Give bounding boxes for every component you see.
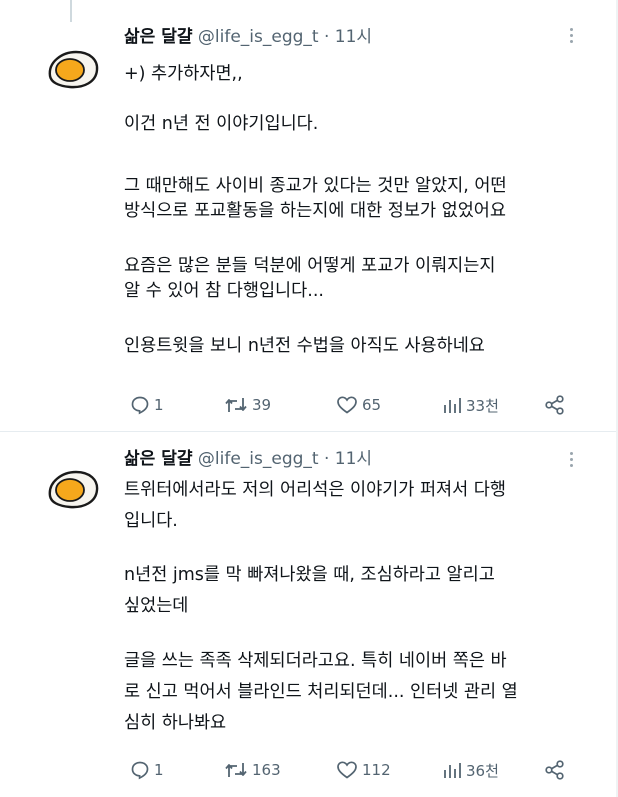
tweet-text: 트위터에서라도 저의 어리석은 이야기가 퍼져서 다행 입니다. n년전 jms… [124,478,594,736]
views-button[interactable]: 36천 [442,758,499,782]
tweet-actions: 1 39 65 33천 [124,393,584,417]
heart-icon [337,761,357,779]
text-line: 글을 쓰는 족족 삭제되더라고요. 특히 네이버 쪽은 바 [124,651,507,671]
retweet-button[interactable]: 163 [224,758,281,782]
boiled-egg-icon [48,470,99,509]
views-icon [444,398,461,413]
tweet-header: 삶은 달걀 @life_is_egg_t · 11시 [124,26,372,48]
views-button[interactable]: 33천 [442,393,499,417]
views-count: 33천 [466,396,499,415]
text-line: 방식으로 포교활동을 하는지에 대한 정보가 없었어요 [124,201,507,221]
like-button[interactable]: 65 [336,393,381,417]
retweet-button[interactable]: 39 [224,393,271,417]
views-icon [444,763,461,778]
share-button[interactable] [544,758,570,782]
avatar[interactable] [44,46,102,92]
like-button[interactable]: 112 [336,758,391,782]
separator-dot: · [323,27,330,47]
display-name[interactable]: 삶은 달걀 [124,27,192,47]
text-line: n년전 jms를 막 빠져나왔을 때, 조심하라고 알리고 [124,565,495,585]
retweet-icon [225,398,247,412]
tweet-text: +) 추가하자면,, 이건 n년 전 이야기입니다. 그 때만해도 사이비 종교… [124,62,594,359]
heart-icon [337,396,357,414]
text-line: 인용트윗을 보니 n년전 수법을 아직도 사용하네요 [124,336,485,356]
display-name[interactable]: 삶은 달걀 [124,449,192,469]
reply-count: 1 [154,396,164,414]
boiled-egg-icon [48,50,99,89]
retweet-count: 163 [252,761,281,779]
user-handle[interactable]: @life_is_egg_t [198,27,319,47]
retweet-icon [225,763,247,777]
reply-icon [131,761,149,780]
reply-button[interactable]: 1 [130,393,164,417]
retweet-count: 39 [252,396,272,414]
like-count: 112 [362,761,391,779]
text-line: 그 때만해도 사이비 종교가 있다는 것만 알았지, 어떤 [124,176,507,196]
text-line: 싶었는데 [124,596,189,616]
text-line: 로 신고 먹어서 블라인드 처리되던데... 인터넷 관리 열 [124,682,518,702]
text-line: 트위터에서라도 저의 어리석은 이야기가 퍼져서 다행 [124,480,507,500]
timestamp[interactable]: 11시 [335,27,372,47]
reply-count: 1 [154,761,164,779]
views-count: 36천 [466,761,499,780]
text-line: 이건 n년 전 이야기입니다. [124,114,319,134]
more-vertical-icon[interactable] [564,26,578,46]
reply-icon [131,396,149,415]
share-button[interactable] [544,393,570,417]
thread-connector-line [70,0,72,22]
reply-button[interactable]: 1 [130,758,164,782]
text-line: 알 수 있어 참 다행입니다... [124,281,324,301]
timestamp[interactable]: 11시 [335,449,372,469]
tweet-header: 삶은 달걀 @life_is_egg_t · 11시 [124,448,372,470]
user-handle[interactable]: @life_is_egg_t [198,449,319,469]
like-count: 65 [362,396,382,414]
text-line: 입니다. [124,511,178,531]
avatar[interactable] [44,466,102,512]
tweet-divider [0,431,618,432]
share-icon [545,760,564,780]
text-line: 요즘은 많은 분들 덕분에 어떻게 포교가 이뤄지는지 [124,256,496,276]
separator-dot: · [323,449,330,469]
text-line: 심히 하나봐요 [124,713,227,733]
tweet-actions: 1 163 112 36천 [124,758,584,782]
text-line: +) 추가하자면,, [124,64,243,84]
share-icon [545,395,564,415]
more-vertical-icon[interactable] [564,450,578,470]
